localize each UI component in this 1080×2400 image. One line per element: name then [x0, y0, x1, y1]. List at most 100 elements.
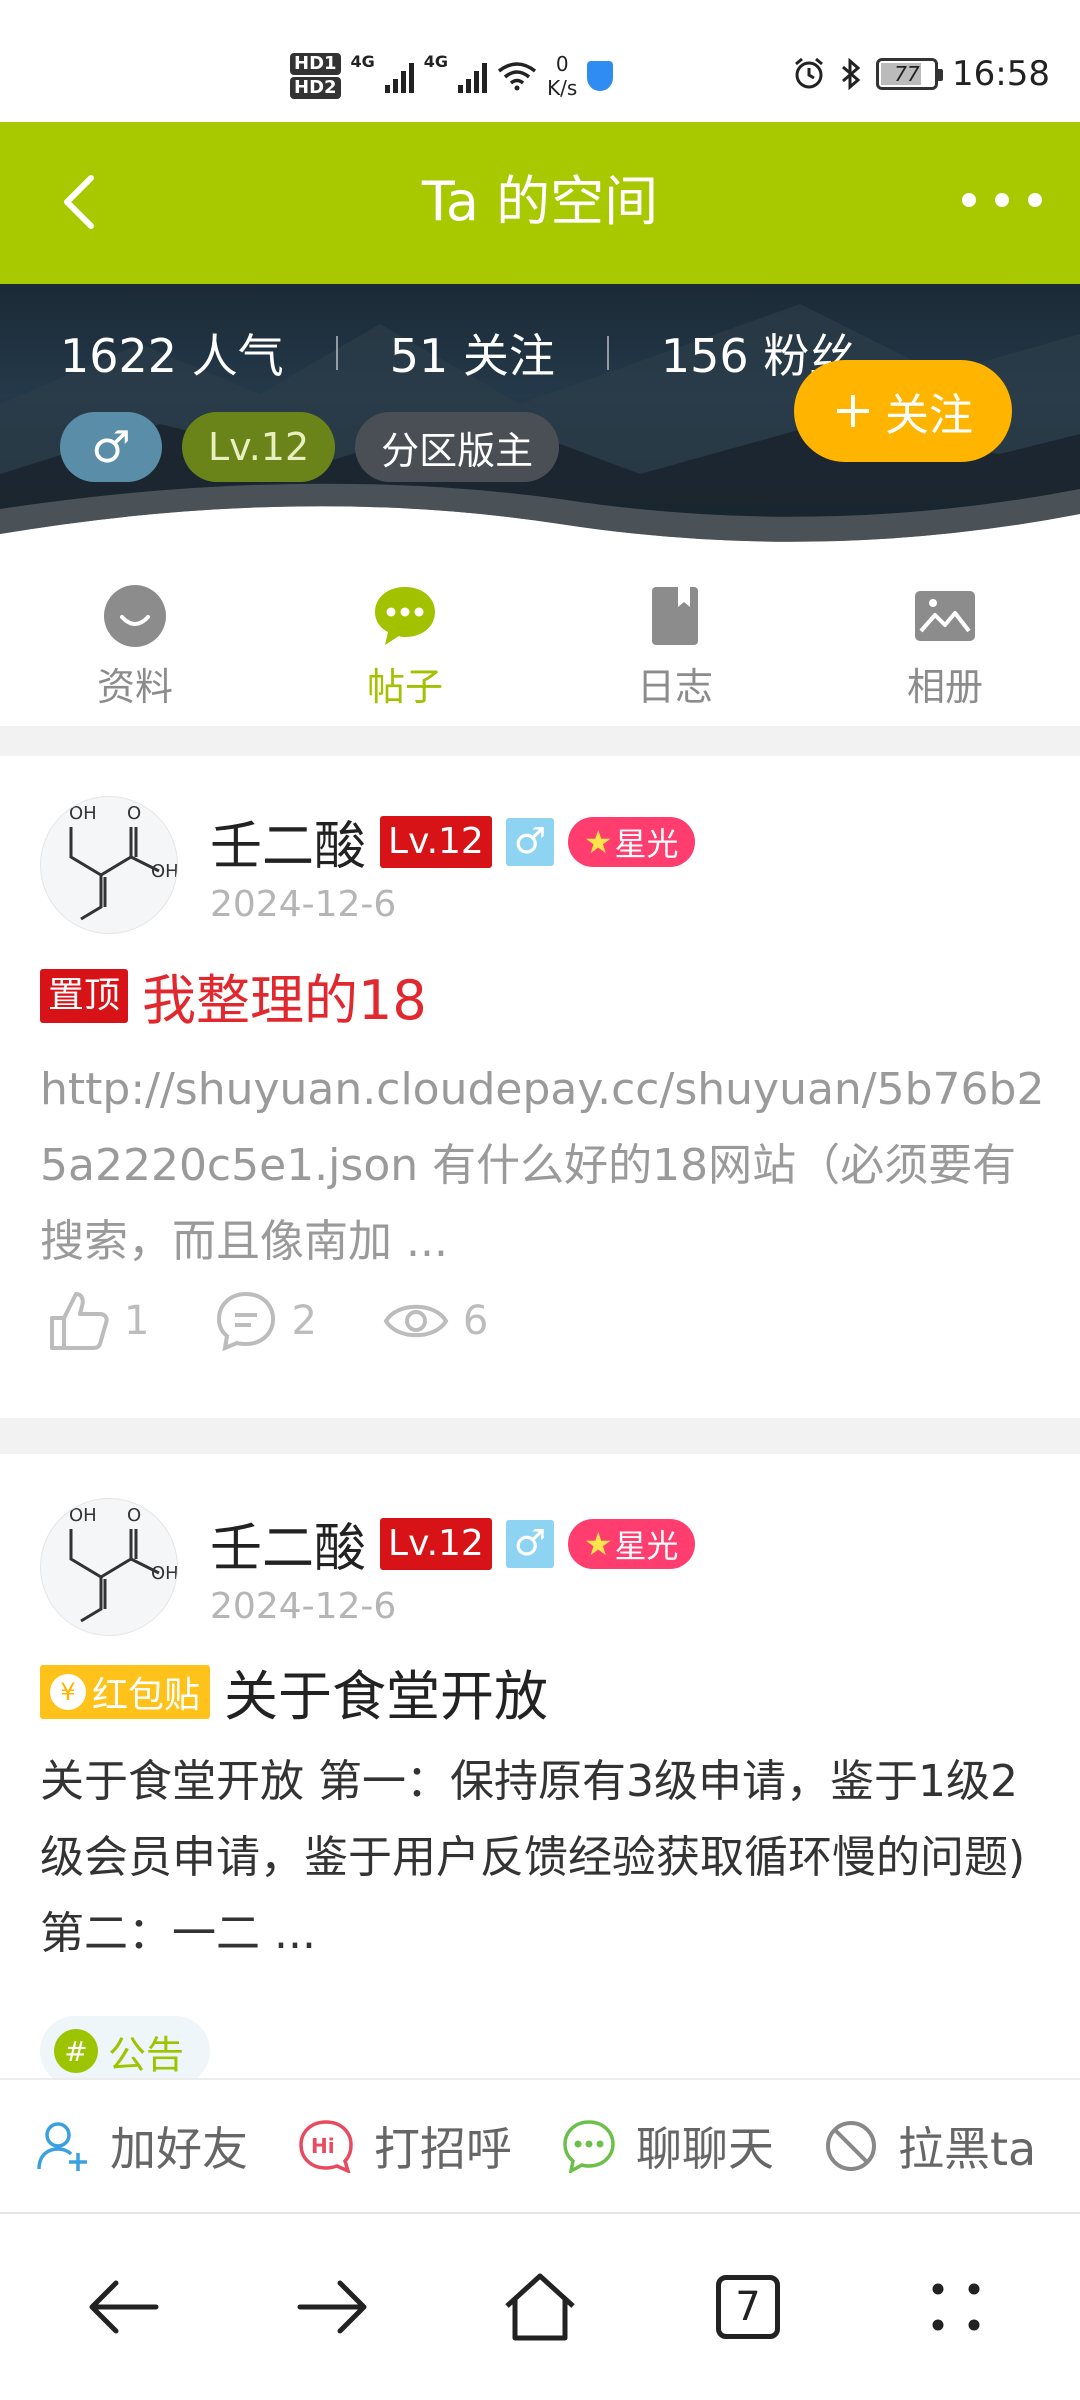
- views-indicator: 6: [383, 1296, 488, 1346]
- more-dot-icon: [1028, 193, 1042, 207]
- svg-text:OH: OH: [69, 803, 97, 824]
- tab-album[interactable]: 相册: [810, 564, 1080, 726]
- bookmark-book-icon: [643, 584, 707, 648]
- page-title: Ta 的空间: [421, 170, 659, 233]
- svg-text:OH: OH: [69, 1505, 97, 1526]
- more-dot-icon: [962, 193, 976, 207]
- tab-posts[interactable]: 帖子: [270, 564, 540, 726]
- net-speed-value: 0: [555, 52, 569, 76]
- profile-stats: 1622 人气 51 关注 156 粉丝: [60, 320, 855, 386]
- tab-label: 帖子: [366, 665, 443, 709]
- svg-text:OH: OH: [151, 861, 178, 882]
- browser-tabs-button[interactable]: 7: [693, 2252, 803, 2362]
- tab-journal[interactable]: 日志: [540, 564, 810, 726]
- block-button[interactable]: 拉黑ta: [824, 2113, 1036, 2179]
- add-friend-label: 加好友: [110, 2122, 248, 2176]
- profile-action-bar: 加好友 Hi 打招呼 聊聊天 拉黑ta: [0, 2078, 1080, 2212]
- following-count[interactable]: 51 关注: [390, 320, 555, 386]
- level-tag: Lv.12: [380, 815, 492, 868]
- post-actions: 1 2 6: [48, 1290, 554, 1352]
- male-icon: ♂: [505, 817, 554, 866]
- avatar[interactable]: OH O OH: [40, 796, 178, 934]
- image-icon: [913, 584, 977, 648]
- browser-forward-button[interactable]: [277, 2252, 387, 2362]
- post-title-text: 我整理的18: [142, 969, 427, 1032]
- greet-label: 打招呼: [374, 2122, 512, 2176]
- section-divider: [0, 1418, 1080, 1454]
- svg-text:O: O: [127, 803, 141, 824]
- post-title-text: 关于食堂开放: [224, 1665, 549, 1728]
- bluetooth-icon: [842, 57, 861, 91]
- grid-dots-icon: [932, 2283, 980, 2331]
- author-name[interactable]: 壬二酸: [210, 804, 366, 879]
- battery-icon: 77: [876, 58, 944, 90]
- red-packet-tag: ¥ 红包贴: [40, 1664, 211, 1719]
- thumbs-up-icon: [50, 1292, 109, 1350]
- tab-count-icon: 7: [716, 2275, 780, 2339]
- post-date: 2024-12-6: [210, 1586, 397, 1627]
- medal-badge: ★ 星光: [567, 1518, 695, 1569]
- net-speed: 0 K/s: [547, 52, 577, 100]
- app-header: Ta 的空间: [0, 122, 1080, 284]
- comment-button[interactable]: 2: [215, 1290, 317, 1352]
- divider: [606, 336, 609, 370]
- svg-text:O: O: [127, 1505, 141, 1526]
- browser-back-button[interactable]: [69, 2252, 179, 2362]
- wifi-icon: [497, 62, 537, 91]
- post-date: 2024-12-6: [210, 884, 397, 925]
- popularity-count: 1622 人气: [60, 329, 284, 383]
- greet-button[interactable]: Hi 打招呼: [298, 2113, 512, 2179]
- profile-banner: 1622 人气 51 关注 156 粉丝 ♂ Lv.12 分区版主 关注: [0, 284, 1080, 564]
- network-type-1: 4G: [350, 52, 375, 71]
- signal-icon: [384, 59, 414, 93]
- red-packet-icon: ¥: [50, 1673, 86, 1710]
- topic-label: 公告: [108, 2032, 185, 2077]
- male-icon: ♂: [505, 1519, 554, 1568]
- post-title[interactable]: 置顶 我整理的18: [40, 956, 1050, 1035]
- post-excerpt[interactable]: 关于食堂开放 第一：保持原有3级申请，鉴于1级2级会员申请，鉴于用户反馈经验获取…: [40, 1744, 1046, 1972]
- like-count: 1: [124, 1298, 150, 1344]
- post-card[interactable]: OH O OH 壬二酸 Lv.12 ♂ ★ 星光 2024-12-6 置顶 我整理…: [0, 756, 1080, 1418]
- tab-profile[interactable]: 资料: [0, 564, 270, 726]
- red-packet-label: 红包贴: [92, 1674, 201, 1716]
- molecule-avatar-icon: OH O OH: [69, 1505, 178, 1623]
- post-card[interactable]: OH O OH 壬二酸 Lv.12 ♂ ★ 星光 2024-12-6 ¥ 红包贴 …: [0, 1454, 1080, 2078]
- plus-icon: [837, 395, 869, 427]
- divider: [335, 336, 338, 370]
- hash-icon: #: [54, 2029, 98, 2073]
- more-button[interactable]: [962, 170, 1042, 230]
- author-row: 壬二酸 Lv.12 ♂ ★ 星光: [210, 804, 695, 879]
- pinned-tag: 置顶: [40, 968, 129, 1023]
- chat-button[interactable]: 聊聊天: [562, 2113, 774, 2179]
- avatar[interactable]: OH O OH: [40, 1498, 178, 1636]
- hi-badge-text: Hi: [311, 2134, 335, 2158]
- like-button[interactable]: 1: [48, 1290, 149, 1352]
- network-type-2: 4G: [423, 52, 449, 71]
- eye-icon: [383, 1304, 449, 1338]
- tab-label: 日志: [636, 665, 713, 709]
- chat-icon: [563, 2120, 615, 2173]
- shield-icon: [587, 61, 614, 91]
- alarm-icon: [795, 57, 823, 89]
- star-icon: ★: [583, 822, 613, 861]
- browser-menu-button[interactable]: [901, 2252, 1011, 2362]
- post-excerpt[interactable]: http://shuyuan.cloudepay.cc/shuyuan/5b76…: [40, 1052, 1046, 1280]
- topic-tag[interactable]: # 公告: [40, 2016, 211, 2078]
- add-friend-button[interactable]: 加好友: [36, 2113, 248, 2179]
- hd-indicator: HD1 HD2: [290, 53, 341, 99]
- browser-home-button[interactable]: [485, 2252, 595, 2362]
- role-badge: 分区版主: [355, 412, 560, 482]
- svg-text:OH: OH: [151, 1563, 178, 1584]
- medal-label: 星光: [614, 824, 679, 863]
- post-title[interactable]: ¥ 红包贴 关于食堂开放: [40, 1652, 1050, 1731]
- arrow-right-icon: [297, 2280, 367, 2334]
- hd2-label: HD2: [290, 77, 341, 99]
- follow-button[interactable]: 关注: [794, 360, 1012, 462]
- follow-label: 关注: [885, 390, 973, 441]
- view-count: 6: [462, 1298, 489, 1344]
- home-icon: [505, 2273, 575, 2341]
- signal-icon-2: [458, 59, 488, 93]
- hd1-label: HD1: [290, 53, 341, 75]
- author-name[interactable]: 壬二酸: [210, 1506, 366, 1581]
- net-speed-unit: K/s: [547, 76, 578, 100]
